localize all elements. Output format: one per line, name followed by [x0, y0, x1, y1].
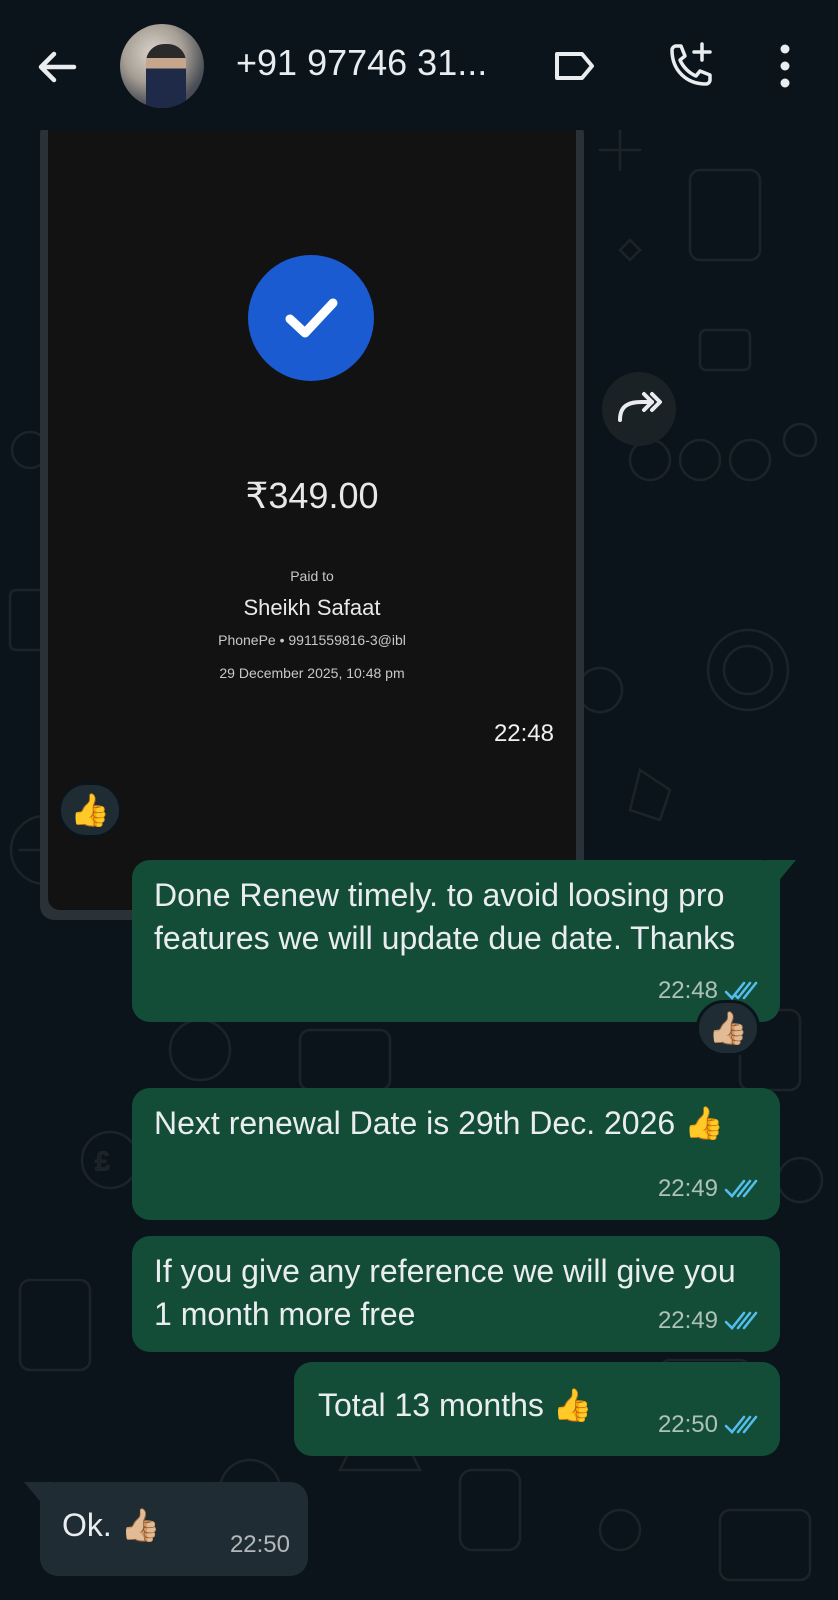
- bubble-tail: [766, 860, 796, 884]
- arrow-left-icon: [38, 51, 77, 83]
- message-time: 22:50: [229, 1531, 290, 1558]
- message-meta: 22:49: [658, 1299, 762, 1342]
- message-text: Done Renew timely. to avoid loosing pro …: [154, 877, 736, 956]
- payee-name: Sheikh Safaat: [243, 595, 381, 620]
- outgoing-message[interactable]: Total 13 months 👍 22:50: [294, 1362, 780, 1456]
- message-time: 22:48: [493, 720, 554, 747]
- outgoing-message[interactable]: If you give any reference we will give y…: [132, 1236, 780, 1352]
- contact-avatar[interactable]: [120, 24, 204, 108]
- back-button[interactable]: [30, 40, 84, 94]
- payment-date: 29 December 2025, 10:48 pm: [219, 665, 405, 681]
- message-meta: 22:49: [658, 1167, 762, 1210]
- message-time: 22:49: [657, 1307, 718, 1334]
- success-check-badge: [248, 255, 374, 381]
- chat-area[interactable]: £ ₹349.00 Paid to Sheikh Safaat PhonePe …: [0, 130, 838, 1600]
- outgoing-message[interactable]: Next renewal Date is 29th Dec. 2026 👍 22…: [132, 1088, 780, 1220]
- message-time: 22:50: [657, 1411, 718, 1438]
- message-reaction[interactable]: 👍🏼: [696, 1000, 760, 1056]
- forward-button[interactable]: [602, 372, 676, 446]
- paid-to-label: Paid to: [290, 568, 334, 584]
- message-reaction[interactable]: 👍: [58, 782, 122, 838]
- message-text: Total 13 months 👍: [318, 1387, 593, 1423]
- more-options-button[interactable]: [770, 40, 800, 92]
- contact-name[interactable]: +91 97746 31...: [236, 42, 487, 84]
- avatar-figure: [146, 44, 186, 108]
- more-vert-icon: [780, 44, 790, 88]
- bubble-tail: [24, 1482, 54, 1506]
- message-meta: 22:50: [658, 1403, 762, 1446]
- message-text: If you give any reference we will give y…: [154, 1253, 736, 1332]
- add-call-icon: [670, 42, 712, 86]
- outgoing-message[interactable]: Done Renew timely. to avoid loosing pro …: [132, 860, 796, 1022]
- incoming-message[interactable]: Ok. 👍🏼 22:50: [24, 1482, 308, 1576]
- double-check-icon: [724, 981, 758, 1000]
- label-icon: [555, 52, 594, 80]
- payment-amount: ₹349.00: [245, 475, 379, 516]
- message-text: Ok. 👍🏼: [62, 1507, 161, 1543]
- payment-receipt-screenshot: ₹349.00 Paid to Sheikh Safaat PhonePe • …: [48, 130, 576, 910]
- chat-header: +91 97746 31...: [0, 0, 838, 130]
- forward-icon: [618, 392, 662, 422]
- check-icon: [285, 298, 338, 338]
- double-check-icon: [724, 1179, 758, 1198]
- message-meta: 22:50: [230, 1523, 290, 1566]
- double-check-icon: [724, 1311, 758, 1330]
- double-check-icon: [724, 1415, 758, 1434]
- message-time: 22:49: [657, 1175, 718, 1202]
- svg-text:£: £: [95, 1146, 110, 1176]
- add-call-button[interactable]: [664, 40, 716, 92]
- upi-id: PhonePe • 9911559816-3@ibl: [218, 632, 406, 648]
- label-button[interactable]: [552, 46, 596, 86]
- message-text: Next renewal Date is 29th Dec. 2026 👍: [154, 1105, 724, 1141]
- image-message[interactable]: ₹349.00 Paid to Sheikh Safaat PhonePe • …: [40, 130, 584, 920]
